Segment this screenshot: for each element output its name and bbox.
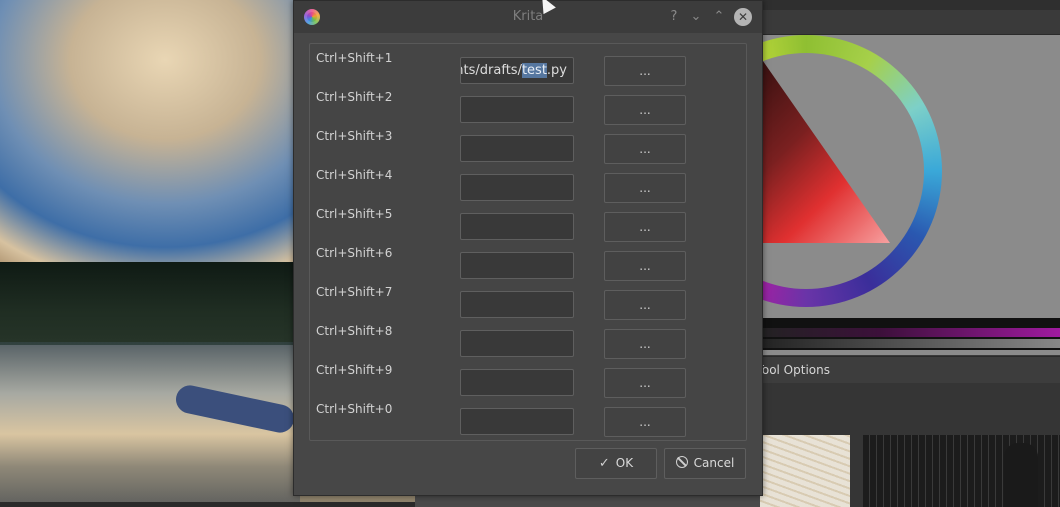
shortcut-key-label: Ctrl+Shift+1	[316, 51, 393, 65]
browse-button[interactable]: ...	[604, 95, 686, 125]
script-path-input[interactable]: ents/drafts/test.py	[460, 57, 574, 84]
close-icon[interactable]: ✕	[734, 8, 752, 26]
browse-button[interactable]: ...	[604, 251, 686, 281]
tab-tool-options[interactable]: Tool Options	[760, 357, 830, 383]
brush-presets-docker	[760, 383, 1060, 507]
docker-tab-strip: Tool Options	[760, 356, 1060, 384]
script-path-value: ents/drafts/test.py	[461, 63, 567, 78]
ok-button-label: OK	[615, 456, 634, 470]
browse-button[interactable]: ...	[604, 407, 686, 437]
browse-button[interactable]: ...	[604, 368, 686, 398]
script-path-input[interactable]	[460, 96, 574, 123]
brush-preset-thumbnail[interactable]	[760, 435, 850, 507]
shortcut-key-label: Ctrl+Shift+3	[316, 129, 393, 143]
selected-text: test	[521, 63, 547, 78]
maximize-icon[interactable]: ⌃	[709, 7, 729, 27]
browse-button[interactable]: ...	[604, 290, 686, 320]
browse-button[interactable]: ...	[604, 212, 686, 242]
cancel-icon	[675, 456, 688, 468]
shortcut-row: Ctrl+Shift+9 ...	[310, 361, 746, 398]
shortcut-row: Ctrl+Shift+2 ...	[310, 88, 746, 125]
script-path-input[interactable]	[460, 213, 574, 240]
shortcut-row: Ctrl+Shift+6 ...	[310, 244, 746, 281]
advanced-color-selector-docker	[670, 10, 1060, 355]
script-path-input[interactable]	[460, 291, 574, 318]
cancel-button-label: Cancel	[693, 456, 735, 470]
shortcut-row: Ctrl+Shift+5 ...	[310, 205, 746, 242]
script-path-input[interactable]	[460, 252, 574, 279]
checkmark-icon: ✓	[598, 456, 610, 471]
shortcut-key-label: Ctrl+Shift+7	[316, 285, 393, 299]
ten-scripts-settings-dialog: Krita ? ⌄ ⌃ ✕ Ctrl+Shift+1 ents/drafts/t…	[293, 0, 763, 496]
ok-button[interactable]: ✓ OK	[575, 448, 657, 479]
color-strip-1[interactable]	[760, 328, 1060, 337]
color-history-strips[interactable]	[760, 318, 1060, 350]
browse-button[interactable]: ...	[604, 173, 686, 203]
tab-tool-options-label: Tool Options	[760, 363, 830, 377]
script-path-input[interactable]	[460, 135, 574, 162]
brush-preset-thumbnail[interactable]	[863, 435, 1060, 507]
shortcut-row: Ctrl+Shift+1 ents/drafts/test.py ...	[310, 49, 746, 86]
script-path-input[interactable]	[460, 174, 574, 201]
shortcut-key-label: Ctrl+Shift+0	[316, 402, 393, 416]
browse-button[interactable]: ...	[604, 134, 686, 164]
shortcut-row: Ctrl+Shift+0 ...	[310, 400, 746, 437]
browse-button[interactable]: ...	[604, 56, 686, 86]
shortcut-key-label: Ctrl+Shift+6	[316, 246, 393, 260]
script-path-input[interactable]	[460, 330, 574, 357]
shortcut-row: Ctrl+Shift+3 ...	[310, 127, 746, 164]
script-path-input[interactable]	[460, 369, 574, 396]
artwork-treeline	[0, 262, 300, 342]
docker-header	[760, 10, 1060, 35]
canvas-scroll-strip	[0, 502, 415, 507]
shortcut-key-label: Ctrl+Shift+9	[316, 363, 393, 377]
dialog-titlebar[interactable]: Krita ? ⌄ ⌃ ✕	[294, 1, 762, 33]
shortcut-row: Ctrl+Shift+7 ...	[310, 283, 746, 320]
shortcut-row: Ctrl+Shift+4 ...	[310, 166, 746, 203]
shortcut-key-label: Ctrl+Shift+2	[316, 90, 393, 104]
shortcut-key-label: Ctrl+Shift+8	[316, 324, 393, 338]
shortcut-key-label: Ctrl+Shift+4	[316, 168, 393, 182]
help-icon[interactable]: ?	[664, 7, 684, 27]
shortcut-row: Ctrl+Shift+8 ...	[310, 322, 746, 359]
cancel-button[interactable]: Cancel	[664, 448, 746, 479]
color-strip-2[interactable]	[760, 339, 1060, 348]
script-path-input[interactable]	[460, 408, 574, 435]
shortcut-key-label: Ctrl+Shift+5	[316, 207, 393, 221]
browse-button[interactable]: ...	[604, 329, 686, 359]
shortcuts-group: Ctrl+Shift+1 ents/drafts/test.py ... Ctr…	[309, 43, 747, 441]
minimize-icon[interactable]: ⌄	[686, 7, 706, 27]
